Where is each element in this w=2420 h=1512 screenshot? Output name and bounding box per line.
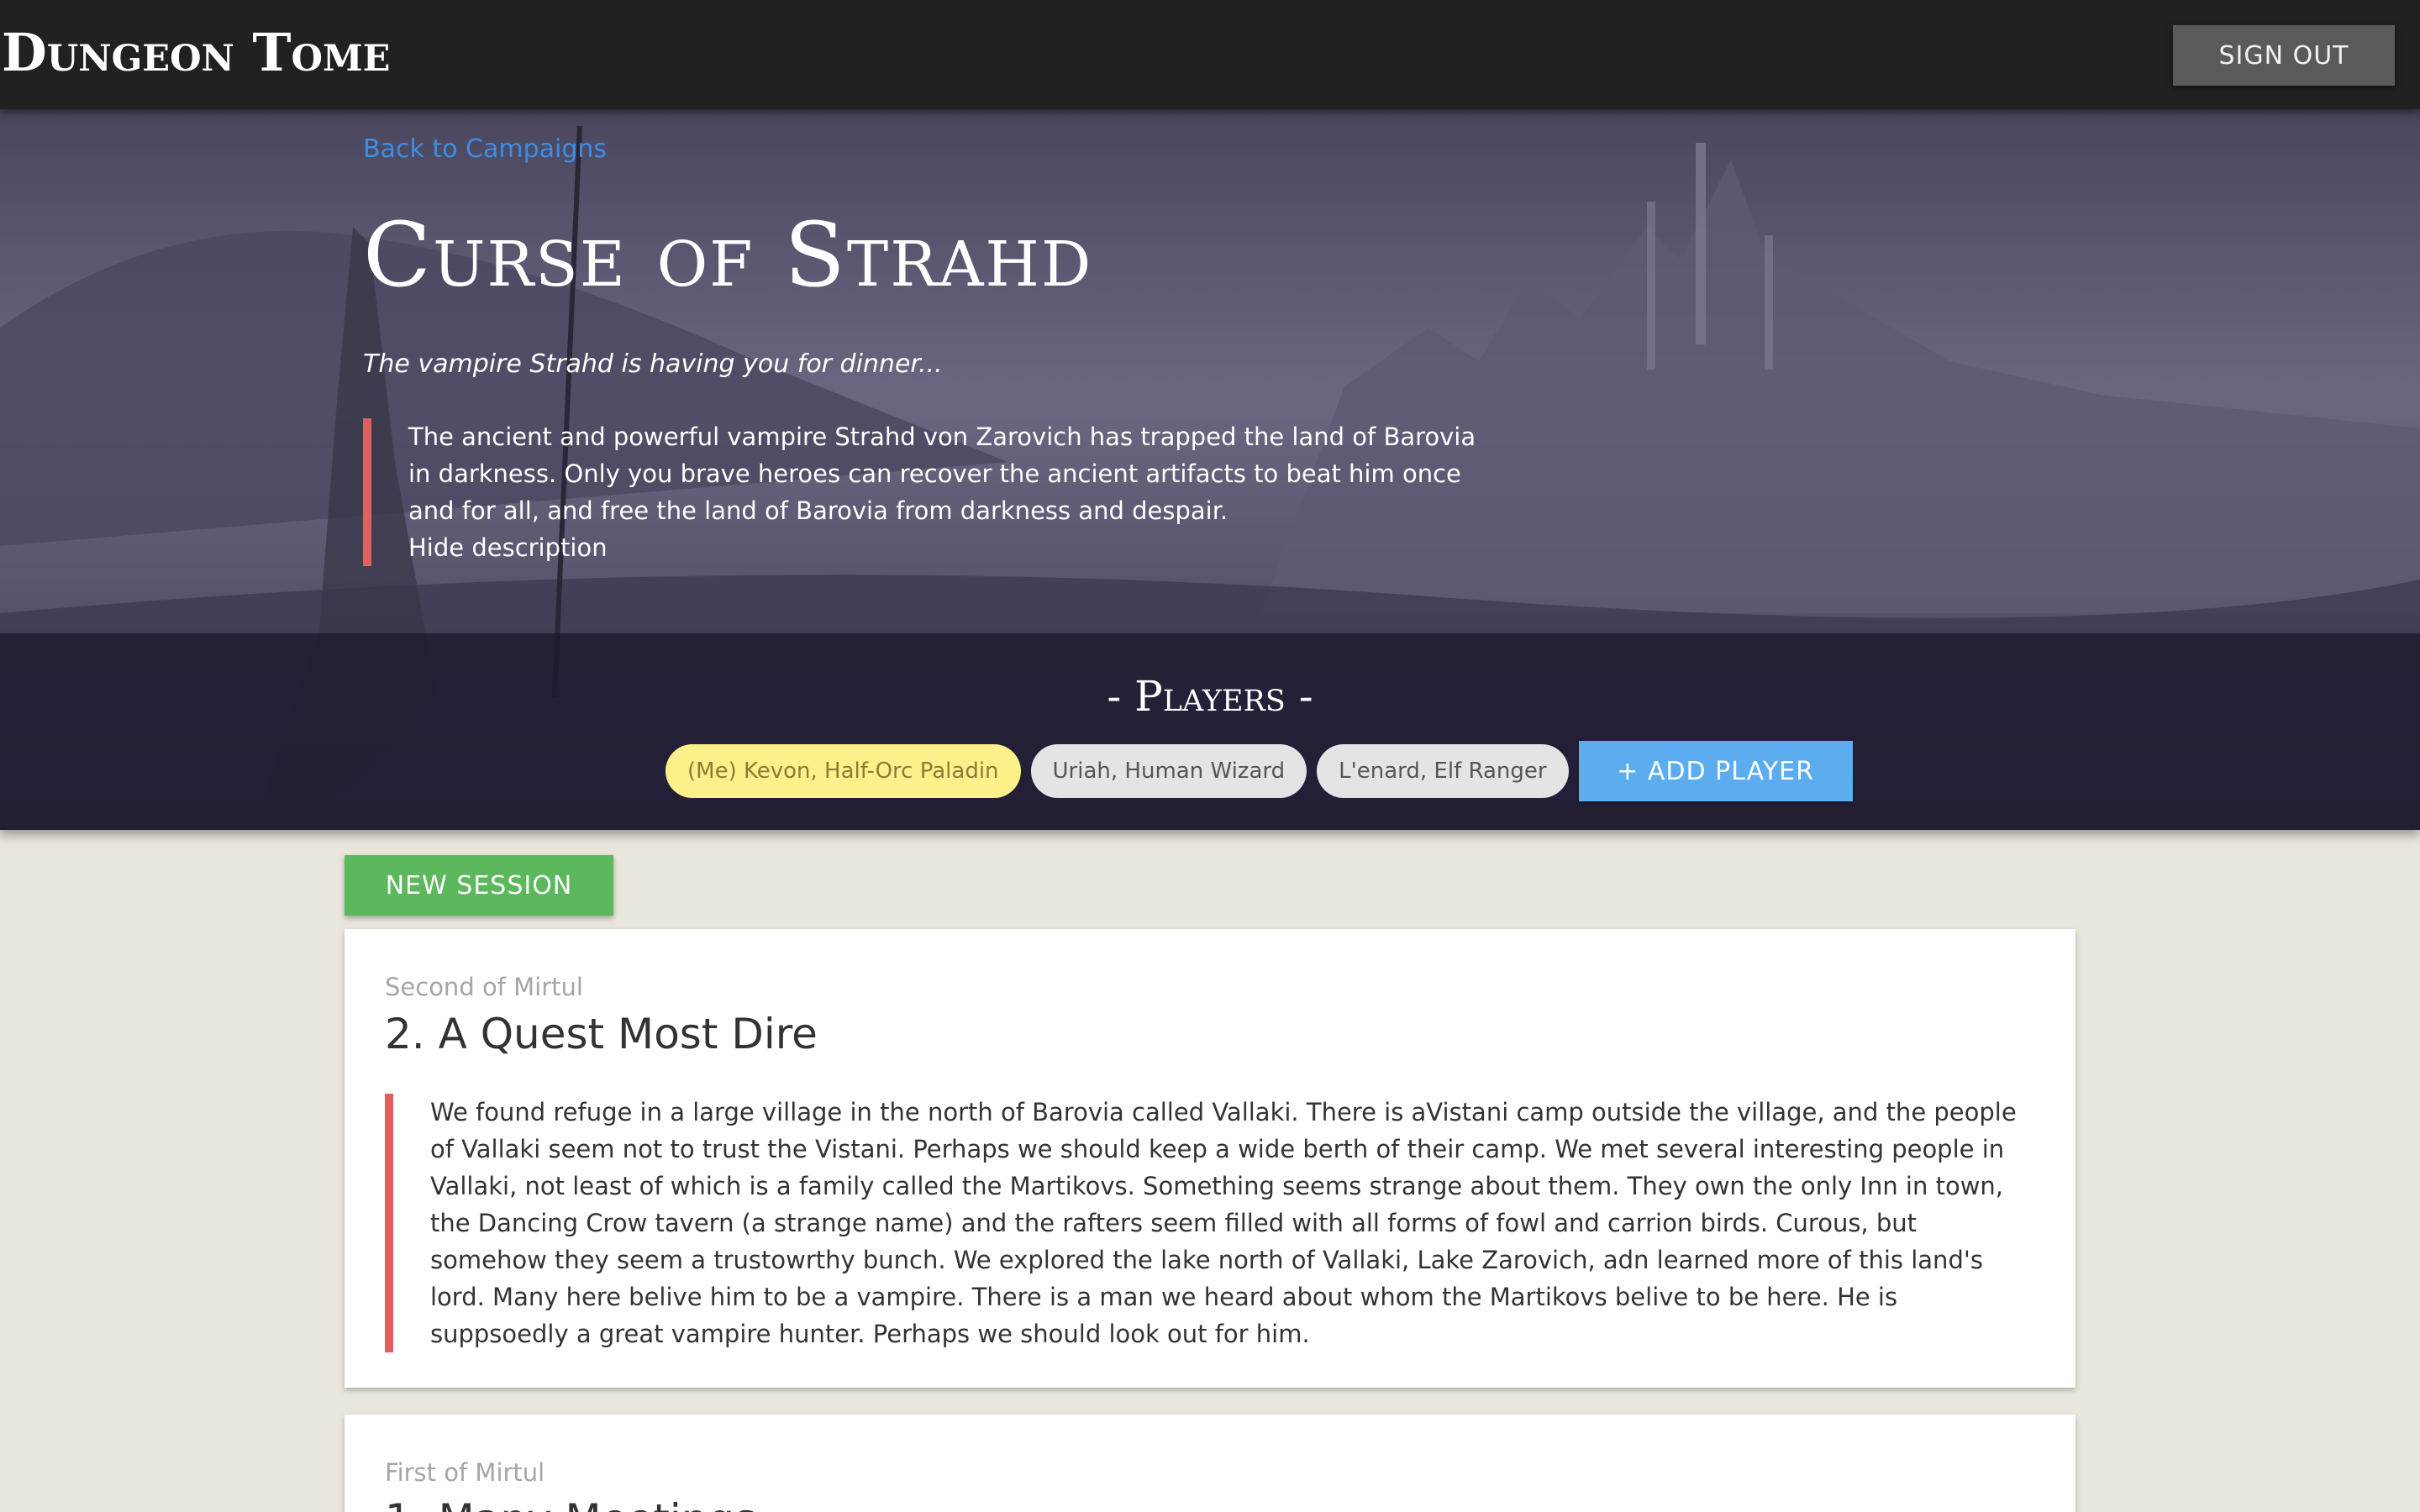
campaign-description: The ancient and powerful vampire Strahd … [363, 418, 1489, 566]
campaign-tagline: The vampire Strahd is having you for din… [363, 349, 943, 379]
session-title[interactable]: 2. A Quest Most Dire [385, 1010, 818, 1058]
player-chip[interactable]: L'enard, Elf Ranger [1317, 744, 1569, 798]
top-navbar: Dungeon Tome Sign Out [0, 0, 2420, 109]
session-card: Second of Mirtul 2. A Quest Most Dire We… [345, 929, 2075, 1388]
new-session-button[interactable]: New Session [345, 855, 613, 916]
campaign-description-text: The ancient and powerful vampire Strahd … [408, 423, 1476, 525]
session-date: First of Mirtul [385, 1458, 545, 1487]
back-to-campaigns-link[interactable]: Back to Campaigns [363, 134, 607, 164]
players-list: (Me) Kevon, Half-Orc Paladin Uriah, Huma… [666, 741, 1853, 801]
session-card: First of Mirtul 1. Many Meetings [345, 1415, 2075, 1512]
session-title[interactable]: 1. Many Meetings [385, 1495, 756, 1512]
player-chip[interactable]: Uriah, Human Wizard [1030, 744, 1307, 798]
campaign-title: Curse of Strahd [363, 203, 1093, 307]
sign-out-button[interactable]: Sign Out [2173, 25, 2395, 86]
session-date: Second of Mirtul [385, 973, 583, 1001]
players-heading: - Players - [1107, 672, 1313, 721]
session-notes: We found refuge in a large village in th… [385, 1094, 2032, 1352]
add-player-button[interactable]: + Add Player [1578, 741, 1853, 801]
player-chip[interactable]: (Me) Kevon, Half-Orc Paladin [666, 744, 1021, 798]
brand-logo[interactable]: Dungeon Tome [2, 22, 390, 83]
campaign-hero: Back to Campaigns Curse of Strahd The va… [0, 109, 2420, 830]
hide-description-link[interactable]: Hide description [408, 529, 1489, 566]
